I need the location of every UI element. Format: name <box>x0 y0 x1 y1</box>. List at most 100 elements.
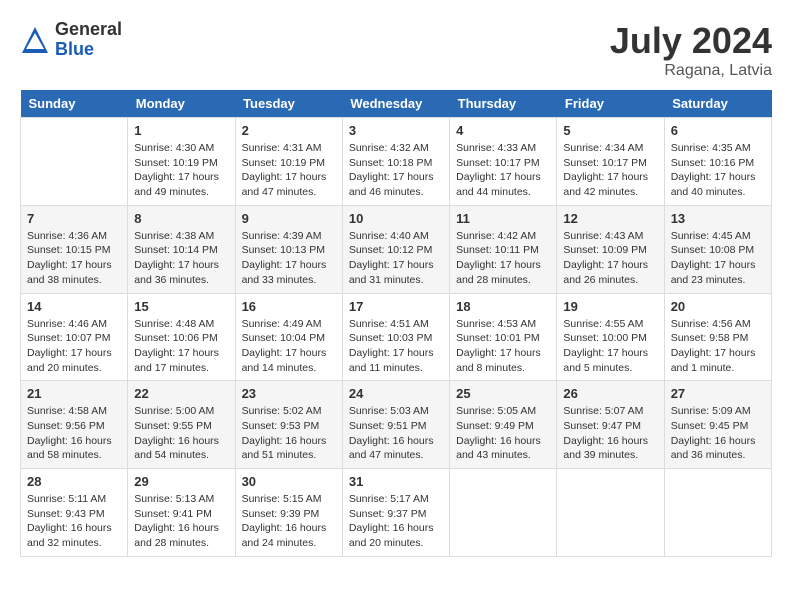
day-info: Sunrise: 4:58 AMSunset: 9:56 PMDaylight:… <box>27 404 121 463</box>
calendar-cell: 22 Sunrise: 5:00 AMSunset: 9:55 PMDayligh… <box>128 381 235 469</box>
day-number: 17 <box>349 299 443 314</box>
calendar-cell: 23 Sunrise: 5:02 AMSunset: 9:53 PMDayligh… <box>235 381 342 469</box>
day-header-saturday: Saturday <box>664 90 771 118</box>
calendar-cell <box>557 469 664 557</box>
week-row: 21Sunrise: 4:58 AMSunset: 9:56 PMDayligh… <box>21 381 772 469</box>
calendar-cell: 31 Sunrise: 5:17 AMSunset: 9:37 PMDayligh… <box>342 469 449 557</box>
day-header-tuesday: Tuesday <box>235 90 342 118</box>
calendar-cell: 11 Sunrise: 4:42 AMSunset: 10:11 PMDaylig… <box>450 205 557 293</box>
day-number: 29 <box>134 474 228 489</box>
day-number: 31 <box>349 474 443 489</box>
day-info: Sunrise: 4:53 AMSunset: 10:01 PMDaylight… <box>456 317 550 376</box>
day-info: Sunrise: 5:13 AMSunset: 9:41 PMDaylight:… <box>134 492 228 551</box>
day-number: 19 <box>563 299 657 314</box>
calendar-cell: 20 Sunrise: 4:56 AMSunset: 9:58 PMDayligh… <box>664 293 771 381</box>
day-number: 7 <box>27 211 121 226</box>
week-row: 1Sunrise: 4:30 AMSunset: 10:19 PMDayligh… <box>21 118 772 206</box>
day-number: 25 <box>456 386 550 401</box>
calendar-cell: 10Sunrise: 4:40 AMSunset: 10:12 PMDaylig… <box>342 205 449 293</box>
day-header-thursday: Thursday <box>450 90 557 118</box>
day-info: Sunrise: 4:48 AMSunset: 10:06 PMDaylight… <box>134 317 228 376</box>
day-info: Sunrise: 5:02 AMSunset: 9:53 PMDaylight:… <box>242 404 336 463</box>
day-info: Sunrise: 4:34 AMSunset: 10:17 PMDaylight… <box>563 141 657 200</box>
logo-general: General <box>55 20 122 40</box>
day-number: 26 <box>563 386 657 401</box>
week-row: 14 Sunrise: 4:46 AMSunset: 10:07 PMDaylig… <box>21 293 772 381</box>
calendar-cell: 26 Sunrise: 5:07 AMSunset: 9:47 PMDayligh… <box>557 381 664 469</box>
day-info: Sunrise: 4:42 AMSunset: 10:11 PMDaylight… <box>456 229 550 288</box>
day-number: 6 <box>671 123 765 138</box>
day-info: Sunrise: 4:43 AMSunset: 10:09 PMDaylight… <box>563 229 657 288</box>
day-info: Sunrise: 5:05 AMSunset: 9:49 PMDaylight:… <box>456 404 550 463</box>
logo: General Blue <box>20 20 122 60</box>
day-info: Sunrise: 5:00 AMSunset: 9:55 PMDaylight:… <box>134 404 228 463</box>
day-info: Sunrise: 5:07 AMSunset: 9:47 PMDaylight:… <box>563 404 657 463</box>
day-info: Sunrise: 4:38 AMSunset: 10:14 PMDaylight… <box>134 229 228 288</box>
calendar-cell: 24Sunrise: 5:03 AMSunset: 9:51 PMDayligh… <box>342 381 449 469</box>
day-info: Sunrise: 4:51 AMSunset: 10:03 PMDaylight… <box>349 317 443 376</box>
day-number: 20 <box>671 299 765 314</box>
day-number: 8 <box>134 211 228 226</box>
week-row: 28 Sunrise: 5:11 AMSunset: 9:43 PMDayligh… <box>21 469 772 557</box>
day-info: Sunrise: 5:15 AMSunset: 9:39 PMDaylight:… <box>242 492 336 551</box>
calendar-cell: 3 Sunrise: 4:32 AMSunset: 10:18 PMDayligh… <box>342 118 449 206</box>
day-number: 16 <box>242 299 336 314</box>
day-info: Sunrise: 4:46 AMSunset: 10:07 PMDaylight… <box>27 317 121 376</box>
day-info: Sunrise: 5:09 AMSunset: 9:45 PMDaylight:… <box>671 404 765 463</box>
calendar-cell: 1Sunrise: 4:30 AMSunset: 10:19 PMDayligh… <box>128 118 235 206</box>
day-number: 5 <box>563 123 657 138</box>
week-row: 7 Sunrise: 4:36 AMSunset: 10:15 PMDayligh… <box>21 205 772 293</box>
calendar-cell: 28 Sunrise: 5:11 AMSunset: 9:43 PMDayligh… <box>21 469 128 557</box>
day-info: Sunrise: 4:30 AMSunset: 10:19 PMDaylight… <box>134 141 228 200</box>
day-header-sunday: Sunday <box>21 90 128 118</box>
calendar-cell: 27 Sunrise: 5:09 AMSunset: 9:45 PMDayligh… <box>664 381 771 469</box>
calendar-cell: 7 Sunrise: 4:36 AMSunset: 10:15 PMDayligh… <box>21 205 128 293</box>
calendar-cell: 14 Sunrise: 4:46 AMSunset: 10:07 PMDaylig… <box>21 293 128 381</box>
calendar-cell: 16 Sunrise: 4:49 AMSunset: 10:04 PMDaylig… <box>235 293 342 381</box>
logo-icon <box>20 25 50 55</box>
day-info: Sunrise: 4:35 AMSunset: 10:16 PMDaylight… <box>671 141 765 200</box>
day-number: 22 <box>134 386 228 401</box>
calendar-cell: 19Sunrise: 4:55 AMSunset: 10:00 PMDaylig… <box>557 293 664 381</box>
calendar-cell: 13Sunrise: 4:45 AMSunset: 10:08 PMDaylig… <box>664 205 771 293</box>
day-info: Sunrise: 5:17 AMSunset: 9:37 PMDaylight:… <box>349 492 443 551</box>
calendar-cell: 17 Sunrise: 4:51 AMSunset: 10:03 PMDaylig… <box>342 293 449 381</box>
day-number: 27 <box>671 386 765 401</box>
day-info: Sunrise: 4:36 AMSunset: 10:15 PMDaylight… <box>27 229 121 288</box>
day-header-wednesday: Wednesday <box>342 90 449 118</box>
calendar-cell: 29 Sunrise: 5:13 AMSunset: 9:41 PMDayligh… <box>128 469 235 557</box>
month-year: July 2024 <box>610 20 772 62</box>
calendar-cell <box>450 469 557 557</box>
day-info: Sunrise: 4:56 AMSunset: 9:58 PMDaylight:… <box>671 317 765 376</box>
day-number: 2 <box>242 123 336 138</box>
day-info: Sunrise: 4:45 AMSunset: 10:08 PMDaylight… <box>671 229 765 288</box>
day-number: 9 <box>242 211 336 226</box>
calendar-cell <box>664 469 771 557</box>
day-number: 30 <box>242 474 336 489</box>
day-info: Sunrise: 4:33 AMSunset: 10:17 PMDaylight… <box>456 141 550 200</box>
calendar-cell: 2 Sunrise: 4:31 AMSunset: 10:19 PMDayligh… <box>235 118 342 206</box>
day-number: 23 <box>242 386 336 401</box>
day-info: Sunrise: 4:40 AMSunset: 10:12 PMDaylight… <box>349 229 443 288</box>
day-info: Sunrise: 4:39 AMSunset: 10:13 PMDaylight… <box>242 229 336 288</box>
day-info: Sunrise: 4:32 AMSunset: 10:18 PMDaylight… <box>349 141 443 200</box>
day-number: 3 <box>349 123 443 138</box>
calendar-cell: 4Sunrise: 4:33 AMSunset: 10:17 PMDayligh… <box>450 118 557 206</box>
day-number: 11 <box>456 211 550 226</box>
day-number: 14 <box>27 299 121 314</box>
day-header-monday: Monday <box>128 90 235 118</box>
logo-text: General Blue <box>55 20 122 60</box>
day-number: 18 <box>456 299 550 314</box>
day-header-friday: Friday <box>557 90 664 118</box>
calendar-table: SundayMondayTuesdayWednesdayThursdayFrid… <box>20 90 772 557</box>
day-info: Sunrise: 4:31 AMSunset: 10:19 PMDaylight… <box>242 141 336 200</box>
page-header: General Blue July 2024 Ragana, Latvia <box>20 20 772 80</box>
day-number: 24 <box>349 386 443 401</box>
calendar-cell: 15Sunrise: 4:48 AMSunset: 10:06 PMDaylig… <box>128 293 235 381</box>
header-row: SundayMondayTuesdayWednesdayThursdayFrid… <box>21 90 772 118</box>
day-number: 28 <box>27 474 121 489</box>
calendar-cell: 12 Sunrise: 4:43 AMSunset: 10:09 PMDaylig… <box>557 205 664 293</box>
day-number: 12 <box>563 211 657 226</box>
day-info: Sunrise: 5:11 AMSunset: 9:43 PMDaylight:… <box>27 492 121 551</box>
day-info: Sunrise: 4:49 AMSunset: 10:04 PMDaylight… <box>242 317 336 376</box>
